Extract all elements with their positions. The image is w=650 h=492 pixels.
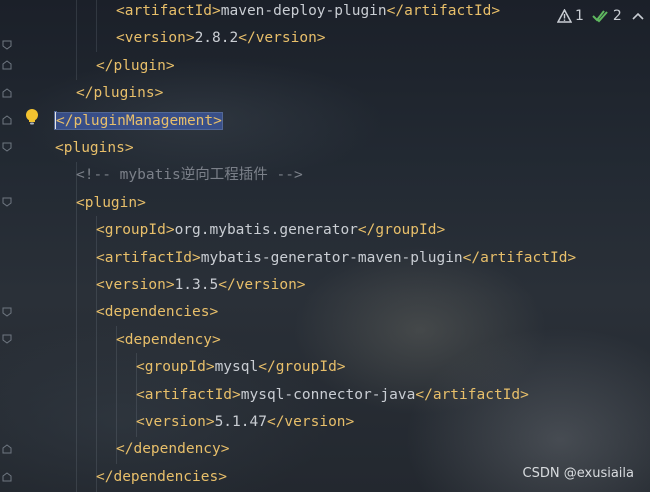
chevron-up-icon[interactable]	[632, 11, 644, 21]
code-line[interactable]: <groupId>mysql</groupId>	[136, 354, 346, 381]
code-line-content: <artifactId>maven-deploy-plugin</artifac…	[116, 3, 500, 19]
code-line[interactable]: </plugins>	[76, 80, 163, 107]
indent-guide	[76, 0, 77, 80]
code-line[interactable]: </pluginManagement>	[54, 108, 223, 135]
xml-tag: </version>	[218, 277, 306, 293]
fold-marker-icon[interactable]	[2, 197, 12, 207]
xml-tag: <groupId>	[136, 359, 215, 376]
code-line[interactable]: </dependencies>	[96, 464, 227, 491]
code-line[interactable]: <artifactId>mybatis-generator-maven-plug…	[96, 245, 576, 272]
weak-warnings-count: 2	[612, 8, 622, 24]
xml-tag: <dependency>	[116, 331, 221, 348]
double-check-icon	[592, 10, 608, 23]
watermark: CSDN @exusiaila	[522, 466, 634, 481]
xml-tag: </groupId>	[258, 359, 346, 376]
xml-tag: <plugins>	[55, 140, 134, 156]
warnings-count: 1	[575, 8, 584, 24]
code-line-content: <artifactId>mybatis-generator-maven-plug…	[96, 250, 576, 266]
xml-text: 1.3.5	[174, 277, 219, 293]
xml-tag: <plugin>	[76, 194, 146, 211]
fold-marker-icon[interactable]	[2, 472, 12, 482]
xml-tag: </plugins>	[76, 85, 164, 102]
xml-tag: </artifactId>	[386, 3, 501, 19]
xml-tag: </groupId>	[357, 222, 446, 239]
xml-text: mysql-connector-java	[240, 386, 416, 403]
code-line[interactable]: </plugin>	[96, 53, 175, 80]
code-line[interactable]: <plugins>	[55, 135, 134, 162]
code-line-content: <groupId>org.mybatis.generator</groupId>	[96, 222, 445, 238]
code-line[interactable]: <!-- mybatis逆向工程插件 -->	[76, 162, 303, 189]
code-line-content: <version>5.1.47</version>	[136, 414, 354, 430]
code-line-content: <dependencies>	[96, 304, 218, 320]
xml-tag: <artifactId>	[136, 386, 241, 403]
xml-tag: <version>	[96, 277, 175, 293]
editor-gutter	[0, 0, 16, 492]
code-line[interactable]: <version>1.3.5</version>	[96, 272, 306, 299]
xml-tag: </artifactId>	[462, 249, 577, 266]
xml-text: mybatis-generator-maven-plugin	[200, 249, 463, 266]
xml-tag: <artifactId>	[96, 249, 201, 266]
xml-text: 2.8.2	[194, 30, 239, 47]
inspection-widget[interactable]: 1 2	[557, 6, 644, 26]
fold-marker-icon[interactable]	[2, 444, 12, 454]
indent-guide	[96, 0, 97, 52]
code-line[interactable]: <groupId>org.mybatis.generator</groupId>	[96, 217, 445, 244]
selected-text: </pluginManagement>	[54, 111, 223, 130]
weak-warnings-counter[interactable]: 2	[592, 8, 622, 24]
code-line[interactable]: <artifactId>mysql-connector-java</artifa…	[136, 382, 529, 409]
code-line-content: </dependency>	[116, 441, 230, 457]
fold-marker-icon[interactable]	[2, 40, 12, 50]
code-line-content: <groupId>mysql</groupId>	[136, 359, 346, 375]
code-editor[interactable]: <artifactId>maven-deploy-plugin</artifac…	[0, 0, 650, 492]
code-line-content: <artifactId>mysql-connector-java</artifa…	[136, 387, 529, 403]
code-line[interactable]: <artifactId>maven-deploy-plugin</artifac…	[116, 0, 500, 25]
fold-marker-icon[interactable]	[2, 142, 12, 152]
code-line-content: <plugin>	[76, 195, 146, 211]
warning-triangle-icon	[557, 9, 572, 23]
warnings-counter[interactable]: 1	[557, 8, 584, 24]
code-line[interactable]: <plugin>	[76, 190, 146, 217]
code-line-content: <dependency>	[116, 332, 221, 348]
fold-marker-icon[interactable]	[2, 88, 12, 98]
fold-marker-icon[interactable]	[2, 334, 12, 344]
xml-text: mysql	[214, 359, 259, 376]
fold-marker-icon[interactable]	[2, 60, 12, 70]
xml-tag: </artifactId>	[415, 386, 529, 403]
code-line-content: </plugins>	[76, 85, 163, 101]
lightbulb-icon[interactable]	[24, 108, 40, 126]
xml-tag: </dependency>	[116, 441, 230, 458]
xml-tag: <artifactId>	[116, 3, 221, 19]
code-line[interactable]: <version>5.1.47</version>	[136, 409, 354, 436]
code-line[interactable]: <dependencies>	[96, 299, 218, 326]
xml-tag: </version>	[238, 30, 326, 47]
xml-tag: </pluginManagement>	[56, 112, 222, 129]
xml-tag: </plugin>	[96, 57, 175, 74]
fold-marker-icon[interactable]	[2, 115, 12, 125]
fold-marker-icon[interactable]	[2, 307, 12, 317]
code-line-content: <version>1.3.5</version>	[96, 277, 306, 293]
xml-tag: <version>	[136, 414, 215, 430]
code-line-content: </plugin>	[96, 58, 175, 74]
xml-text: maven-deploy-plugin	[220, 3, 387, 19]
xml-text: org.mybatis.generator	[174, 222, 358, 239]
code-line-content: </dependencies>	[96, 469, 227, 485]
xml-tag: </dependencies>	[96, 468, 227, 485]
code-line[interactable]: </dependency>	[116, 436, 230, 463]
code-line-content: <version>2.8.2</version>	[116, 30, 326, 46]
xml-comment: <!-- mybatis逆向工程插件 -->	[76, 167, 303, 184]
xml-tag: <dependencies>	[96, 304, 219, 321]
code-line[interactable]: <version>2.8.2</version>	[116, 25, 326, 52]
code-line-content: <!-- mybatis逆向工程插件 -->	[76, 167, 303, 183]
xml-tag: <groupId>	[96, 222, 175, 239]
xml-tag: </version>	[266, 414, 355, 430]
code-line[interactable]: <dependency>	[116, 327, 221, 354]
code-line-content: <plugins>	[55, 140, 134, 156]
xml-tag: <version>	[116, 30, 195, 47]
xml-text: 5.1.47	[214, 414, 267, 430]
